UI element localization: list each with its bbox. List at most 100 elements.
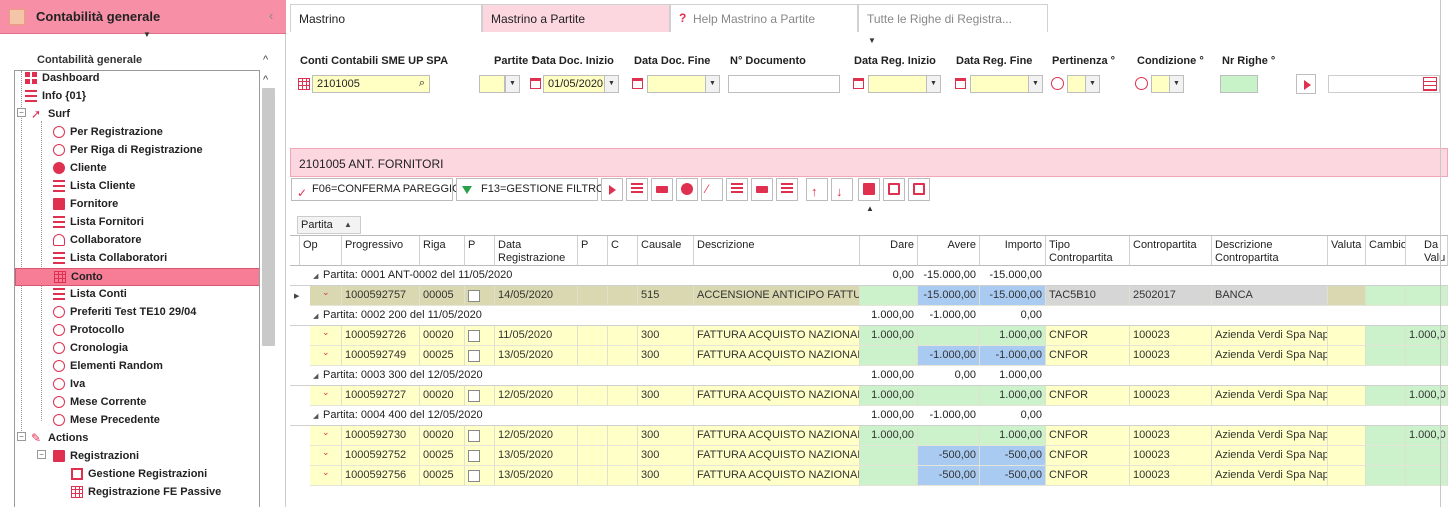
cell-data[interactable]: 11/05/2020 [495, 326, 578, 346]
calendar-icon[interactable] [530, 78, 541, 89]
cell-descrizione-contropartita[interactable]: BANCA [1212, 286, 1328, 306]
cell-contropartita[interactable]: 100023 [1130, 426, 1212, 446]
cell-contropartita[interactable]: 100023 [1130, 466, 1212, 486]
extra-select[interactable] [1328, 75, 1440, 93]
group-row[interactable]: ◢ Partita: 0001 ANT-0002 del 11/05/2020 0,… [290, 266, 1448, 286]
cell-data[interactable]: 13/05/2020 [495, 466, 578, 486]
cell-contropartita[interactable]: 100023 [1130, 446, 1212, 466]
row-checkbox[interactable] [468, 350, 480, 362]
expand-row-icon[interactable]: ⌄ [322, 387, 330, 398]
data-reg-fine-dropdown-icon[interactable]: ▼ [1028, 75, 1043, 93]
cell[interactable] [578, 386, 608, 406]
scroll-up-icon[interactable]: ^ [263, 74, 268, 86]
copy-button[interactable] [883, 178, 905, 201]
cell-importo[interactable]: 1.000,00 [980, 386, 1046, 406]
cell-tipo-contropartita[interactable]: CNFOR [1046, 326, 1130, 346]
cell-progressivo[interactable]: 1000592757 [342, 286, 420, 306]
group-row[interactable]: ◢ Partita: 0004 400 del 12/05/2020 1.000,0… [290, 406, 1448, 426]
column-header-causale[interactable]: Causale [638, 236, 694, 266]
column-header-op[interactable]: Op [300, 236, 342, 266]
conti-input[interactable]: 2101005 ⌕ [312, 75, 430, 93]
table-row[interactable]: ⌄ 1000592730 00020 12/05/2020 300 FATTURA ACQ… [290, 426, 1448, 446]
cell-descrizione[interactable]: FATTURA ACQUISTO NAZIONALE [694, 346, 860, 366]
cell-causale[interactable]: 300 [638, 346, 694, 366]
cell[interactable]: ⌄ [310, 326, 342, 346]
group-row[interactable]: ◢ Partita: 0003 300 del 12/05/2020 1.000,0… [290, 366, 1448, 386]
group-button[interactable] [726, 178, 748, 201]
pertinenza-select[interactable] [1067, 75, 1086, 93]
cell-progressivo[interactable]: 1000592756 [342, 466, 420, 486]
cell-progressivo[interactable]: 1000592727 [342, 386, 420, 406]
sidebar-item-elementi-random[interactable]: Elementi Random [15, 358, 259, 376]
collapse-sidebar-icon[interactable]: ‹ [269, 8, 273, 23]
cell-causale[interactable]: 300 [638, 446, 694, 466]
group-collapse-icon[interactable]: ◢ [313, 372, 318, 380]
cell-progressivo[interactable]: 1000592752 [342, 446, 420, 466]
cell-riga[interactable]: 00020 [420, 326, 465, 346]
sidebar-item-registrazione-fe-passive[interactable]: Registrazione FE Passive [15, 484, 259, 502]
group-collapse-icon[interactable]: ◢ [313, 272, 318, 280]
column-header-descrizione-contropartita[interactable]: Descrizione Contropartita [1212, 236, 1328, 266]
data-doc-inizio-input[interactable]: 01/05/2020 [543, 75, 605, 93]
data-reg-fine-input[interactable] [970, 75, 1029, 93]
sidebar-item-surf[interactable]: − ➚ Surf [15, 106, 259, 124]
cell[interactable] [578, 286, 608, 306]
cell-data[interactable]: 12/05/2020 [495, 426, 578, 446]
expand-row-icon[interactable]: ⌄ [322, 427, 330, 438]
cell-contropartita[interactable]: 100023 [1130, 346, 1212, 366]
cell-riga[interactable]: 00025 [420, 346, 465, 366]
cell[interactable] [300, 286, 310, 306]
column-header-cambio[interactable]: Cambio [1366, 236, 1406, 266]
cell-tipo-contropartita[interactable]: CNFOR [1046, 426, 1130, 446]
cell-avere[interactable]: -15.000,00 [918, 286, 980, 306]
condizione-radio[interactable] [1135, 77, 1148, 90]
data-reg-inizio-dropdown-icon[interactable]: ▼ [926, 75, 941, 93]
cell-descrizione-contropartita[interactable]: Azienda Verdi Spa Napoli [1212, 466, 1328, 486]
cell-descrizione[interactable]: FATTURA ACQUISTO NAZIONALE [694, 426, 860, 446]
cell[interactable] [465, 466, 495, 486]
cell[interactable] [608, 466, 638, 486]
cell-descrizione-contropartita[interactable]: Azienda Verdi Spa Napoli [1212, 326, 1328, 346]
column-header-descrizione[interactable]: Descrizione [694, 236, 860, 266]
group-collapse-icon[interactable]: ◢ [313, 312, 318, 320]
condizione-select[interactable] [1151, 75, 1170, 93]
table-row[interactable]: ⌄ 1000592726 00020 11/05/2020 300 FATTURA ACQ… [290, 326, 1448, 346]
cell-da-valu[interactable]: 1.000,0 [1406, 426, 1448, 446]
sidebar-item-gestione-registrazioni[interactable]: Gestione Registrazioni [15, 466, 259, 484]
print-button[interactable] [858, 178, 880, 201]
row-checkbox[interactable] [468, 450, 480, 462]
cell-dare[interactable]: 1.000,00 [860, 426, 918, 446]
column-header-c[interactable]: C [608, 236, 638, 266]
cell[interactable] [1366, 286, 1406, 306]
table-row[interactable]: ⌄ 1000592727 00020 12/05/2020 300 FATTURA ACQ… [290, 386, 1448, 406]
cell[interactable] [465, 446, 495, 466]
cell-tipo-contropartita[interactable]: TAC5B10 [1046, 286, 1130, 306]
groupby-chip[interactable]: Partita ▲ [297, 216, 361, 234]
cell[interactable] [1328, 466, 1366, 486]
cell-tipo-contropartita[interactable]: CNFOR [1046, 346, 1130, 366]
sidebar-dropdown-icon[interactable]: ▼ [143, 30, 151, 39]
column-header-dare[interactable]: Dare [860, 236, 918, 266]
execute-button[interactable] [1296, 74, 1316, 94]
cell-riga[interactable]: 00020 [420, 386, 465, 406]
sidebar-item-cronologia[interactable]: Cronologia [15, 340, 259, 358]
expand-row-icon[interactable]: ⌄ [322, 287, 330, 298]
cell-importo[interactable]: -500,00 [980, 466, 1046, 486]
sidebar-item-lista-collaboratori[interactable]: Lista Collaboratori [15, 250, 259, 268]
n-documento-input[interactable] [728, 75, 840, 93]
condizione-dropdown-icon[interactable]: ▼ [1169, 75, 1184, 93]
sidebar-item-preferiti-test-te10-29-04[interactable]: Preferiti Test TE10 29/04 [15, 304, 259, 322]
cell[interactable] [1328, 426, 1366, 446]
pertinenza-radio[interactable] [1051, 77, 1064, 90]
partite-select[interactable] [479, 75, 505, 93]
cell-descrizione-contropartita[interactable]: Azienda Verdi Spa Napoli [1212, 446, 1328, 466]
data-reg-inizio-input[interactable] [868, 75, 927, 93]
sidebar-item-dashboard[interactable]: Dashboard [15, 71, 259, 88]
cell[interactable] [1366, 466, 1406, 486]
sidebar-item-iva[interactable]: Iva [15, 376, 259, 394]
cell-avere[interactable]: -500,00 [918, 466, 980, 486]
table-row[interactable]: ⌄ 1000592756 00025 13/05/2020 300 FATTURA ACQ… [290, 466, 1448, 486]
sidebar-scrollbar[interactable] [262, 88, 275, 346]
cell-causale[interactable]: 300 [638, 386, 694, 406]
cell-data[interactable]: 12/05/2020 [495, 386, 578, 406]
